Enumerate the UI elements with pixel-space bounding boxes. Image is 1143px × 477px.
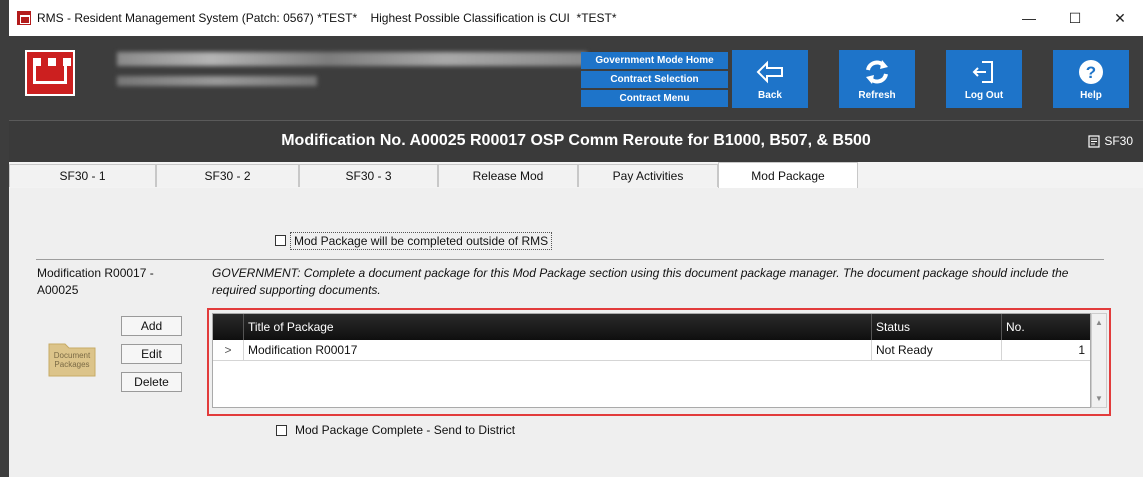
logout-button[interactable]: Log Out: [946, 50, 1022, 108]
page-title: Modification No. A00025 R00017 OSP Comm …: [281, 132, 871, 149]
refresh-icon: [866, 60, 888, 84]
folder-label: Document Packages: [53, 351, 91, 369]
tab-mod-package[interactable]: Mod Package: [718, 162, 858, 188]
outside-rms-checkbox[interactable]: [275, 235, 286, 246]
usace-castle-logo: [25, 50, 75, 96]
tab-sf30-2[interactable]: SF30 - 2: [156, 164, 299, 187]
mod-package-complete-checkbox[interactable]: [276, 425, 287, 436]
help-icon: ?: [1079, 60, 1103, 84]
minimize-button[interactable]: —: [1006, 0, 1052, 36]
document-icon: [1088, 134, 1100, 148]
instructions-text: GOVERNMENT: Complete a document package …: [212, 266, 1069, 297]
edit-button[interactable]: Edit: [121, 344, 182, 364]
section-divider: [36, 259, 1104, 260]
svg-text:?: ?: [1086, 63, 1096, 82]
add-button[interactable]: Add: [121, 316, 182, 336]
organization-subtitle-redacted: [117, 76, 317, 86]
modification-banner: Modification No. A00025 R00017 OSP Comm …: [9, 120, 1143, 163]
tab-release-mod[interactable]: Release Mod: [438, 164, 578, 187]
tab-sf30-1[interactable]: SF30 - 1: [9, 164, 156, 187]
tab-sf30-3[interactable]: SF30 - 3: [299, 164, 438, 187]
tab-pay-activities[interactable]: Pay Activities: [578, 164, 718, 187]
maximize-button[interactable]: ☐: [1052, 0, 1098, 36]
tab-strip: SF30 - 1 SF30 - 2 SF30 - 3 Release Mod P…: [9, 162, 1143, 189]
outside-rms-label: Mod Package will be completed outside of…: [290, 232, 553, 250]
window-titlebar: RMS - Resident Management System (Patch:…: [0, 0, 1143, 36]
mod-package-complete-label: Mod Package Complete - Send to District: [295, 423, 516, 437]
delete-button[interactable]: Delete: [121, 372, 182, 392]
close-button[interactable]: ✕: [1097, 0, 1143, 36]
help-label: Help: [1080, 90, 1102, 101]
back-button[interactable]: Back: [732, 50, 808, 108]
section-label: Modification R00017 - A00025: [37, 266, 154, 297]
left-edge-bar: [0, 0, 9, 477]
refresh-label: Refresh: [858, 90, 896, 101]
contract-menu-link[interactable]: Contract Menu: [581, 90, 728, 107]
sf30-label: SF30: [1104, 134, 1133, 148]
contract-selection-link[interactable]: Contract Selection: [581, 71, 728, 88]
refresh-button[interactable]: Refresh: [839, 50, 915, 108]
back-label: Back: [758, 90, 782, 101]
highlight-box: [207, 308, 1111, 416]
sf30-link[interactable]: SF30: [1088, 134, 1133, 148]
back-arrow-icon: [756, 60, 783, 84]
organization-name-redacted: [117, 52, 587, 66]
government-mode-home-link[interactable]: Government Mode Home: [581, 52, 728, 69]
window-title: RMS - Resident Management System (Patch:…: [37, 11, 617, 25]
logout-label: Log Out: [964, 90, 1004, 101]
document-packages-folder-icon: Document Packages: [47, 338, 97, 378]
logout-icon: [972, 61, 993, 83]
app-castle-icon: [17, 11, 31, 25]
help-button[interactable]: ? Help: [1053, 50, 1129, 108]
